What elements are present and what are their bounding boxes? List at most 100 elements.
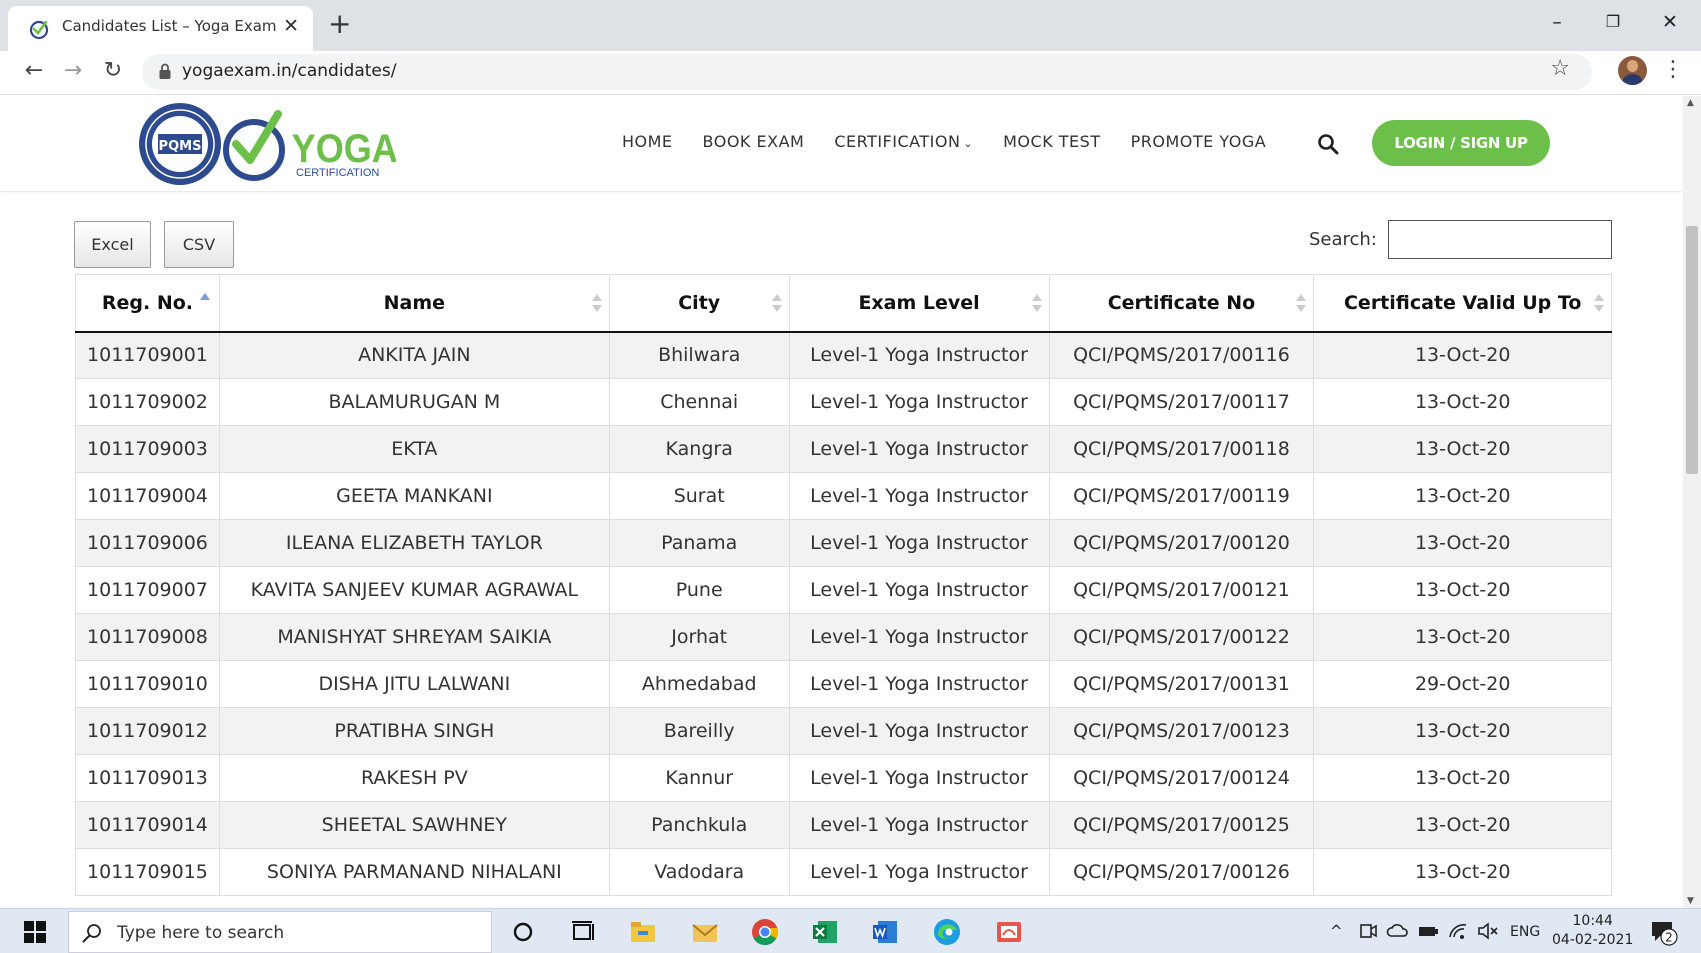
volume-muted-icon[interactable] (1476, 919, 1500, 943)
window-close-icon[interactable]: ✕ (1655, 8, 1685, 36)
nav-home[interactable]: HOME (622, 132, 673, 151)
file-explorer-icon[interactable] (628, 917, 658, 947)
word-icon[interactable] (870, 917, 900, 947)
col-city[interactable]: City (608, 274, 790, 333)
nav-promote-yoga[interactable]: PROMOTE YOGA (1131, 132, 1267, 151)
task-view-icon[interactable] (568, 917, 598, 947)
address-bar[interactable]: yogaexam.in/candidates/ ☆ (142, 54, 1592, 90)
table-row[interactable]: 1011709010 DISHA JITU LALWANI Ahmedabad Lev… (75, 660, 1612, 708)
notification-icon[interactable]: 2 (1648, 917, 1678, 947)
cell-reg-no: 1011709001 (75, 331, 220, 379)
table-row[interactable]: 1011709003 EKTA Kangra Level-1 Yoga Instruc… (75, 425, 1612, 473)
scrollbar-thumb[interactable] (1686, 226, 1698, 474)
acrobat-icon[interactable] (994, 917, 1024, 947)
cell-reg-no: 1011709003 (75, 425, 220, 473)
cell-exam-level: Level-1 Yoga Instructor (788, 425, 1050, 473)
cell-name: MANISHYAT SHREYAM SAIKIA (218, 613, 610, 661)
table-row[interactable]: 1011709007 KAVITA SANJEEV KUMAR AGRAWAL Pu… (75, 566, 1612, 614)
scroll-up-icon[interactable]: ▲ (1687, 98, 1694, 108)
tray-chevron-up-icon[interactable]: ^ (1330, 922, 1343, 940)
col-certificate-no[interactable]: Certificate No (1048, 274, 1315, 333)
table-row[interactable]: 1011709001 ANKITA JAIN Bhilwara Level-1 Yog… (75, 331, 1612, 379)
table-row[interactable]: 1011709002 BALAMURUGAN M Chennai Level-1 Yo… (75, 378, 1612, 426)
cell-name: EKTA (218, 425, 610, 473)
col-name[interactable]: Name (218, 274, 610, 333)
cell-name: SHEETAL SAWHNEY (218, 801, 610, 849)
nav-certification[interactable]: CERTIFICATION ⌄ (834, 132, 973, 151)
table-row[interactable]: 1011709008 MANISHYAT SHREYAM SAIKIA Jorhat… (75, 613, 1612, 661)
export-excel-button[interactable]: Excel (74, 221, 151, 268)
export-csv-button[interactable]: CSV (164, 221, 234, 268)
cell-name: DISHA JITU LALWANI (218, 660, 610, 708)
cell-valid-up-to: 13-Oct-20 (1313, 425, 1612, 473)
col-valid-up-to[interactable]: Certificate Valid Up To (1313, 274, 1612, 333)
profile-avatar[interactable] (1618, 56, 1647, 85)
windows-start-icon[interactable] (24, 921, 46, 943)
browser-tab[interactable]: Candidates List – Yoga Exam ✕ (8, 6, 313, 51)
cell-exam-level: Level-1 Yoga Instructor (788, 848, 1050, 896)
cortana-icon[interactable] (508, 917, 538, 947)
taskbar-search-placeholder: Type here to search (117, 923, 285, 943)
reload-icon[interactable]: ↻ (96, 54, 130, 88)
table-row[interactable]: 1011709013 RAKESH PV Kannur Level-1 Yoga In… (75, 754, 1612, 802)
taskbar-search-box[interactable]: Type here to search (68, 911, 492, 953)
wifi-icon[interactable] (1446, 919, 1470, 943)
cell-certificate-no: QCI/PQMS/2017/00118 (1048, 425, 1315, 473)
maximize-icon[interactable]: ❐ (1598, 8, 1628, 36)
cell-certificate-no: QCI/PQMS/2017/00116 (1048, 331, 1315, 379)
tab-close-icon[interactable]: ✕ (283, 15, 299, 37)
minimize-icon[interactable]: – (1542, 8, 1572, 36)
table-row[interactable]: 1011709015 SONIYA PARMANAND NIHALANI Vadod… (75, 848, 1612, 896)
cell-name: KAVITA SANJEEV KUMAR AGRAWAL (218, 566, 610, 614)
bookmark-star-icon[interactable]: ☆ (1550, 56, 1570, 81)
nav-mock-test[interactable]: MOCK TEST (1003, 132, 1100, 151)
edge-icon[interactable] (932, 917, 962, 947)
cell-exam-level: Level-1 Yoga Instructor (788, 331, 1050, 379)
col-reg-no[interactable]: Reg. No. (75, 274, 220, 333)
cell-certificate-no: QCI/PQMS/2017/00121 (1048, 566, 1315, 614)
cell-city: Panama (608, 519, 790, 567)
cell-exam-level: Level-1 Yoga Instructor (788, 660, 1050, 708)
table-row[interactable]: 1011709012 PRATIBHA SINGH Bareilly Level-1 … (75, 707, 1612, 755)
login-signup-button[interactable]: LOGIN / SIGN UP (1372, 120, 1550, 166)
windows-taskbar: Type here to search ^ ENG 10:44 04-02-20… (0, 908, 1701, 953)
cell-valid-up-to: 13-Oct-20 (1313, 801, 1612, 849)
col-name-label: Name (383, 291, 446, 314)
new-tab-button[interactable]: + (328, 6, 351, 42)
logo-word: YOGA (292, 127, 396, 171)
meet-now-icon[interactable] (1356, 919, 1380, 943)
avatar-head (1627, 60, 1638, 72)
table-row[interactable]: 1011709006 ILEANA ELIZABETH TAYLOR Panama L… (75, 519, 1612, 567)
clock-time: 10:44 (1572, 913, 1613, 929)
sort-icon (771, 294, 782, 314)
back-icon[interactable]: ← (17, 54, 51, 88)
sort-asc-icon (200, 293, 210, 313)
onedrive-icon[interactable] (1386, 919, 1410, 943)
mail-icon[interactable] (690, 917, 720, 947)
language-indicator[interactable]: ENG (1510, 924, 1540, 940)
page-scrollbar[interactable]: ▲ ▼ (1683, 96, 1701, 908)
cell-reg-no: 1011709004 (75, 472, 220, 520)
cell-certificate-no: QCI/PQMS/2017/00125 (1048, 801, 1315, 849)
table-search-input[interactable] (1388, 220, 1612, 259)
table-row[interactable]: 1011709004 GEETA MANKANI Surat Level-1 Yoga… (75, 472, 1612, 520)
search-icon[interactable] (1316, 132, 1340, 156)
scroll-down-icon[interactable]: ▼ (1687, 896, 1694, 906)
taskbar-clock[interactable]: 10:44 04-02-2021 (1552, 912, 1633, 950)
col-exam-level[interactable]: Exam Level (788, 274, 1050, 333)
table-row[interactable]: 1011709014 SHEETAL SAWHNEY Panchkula Level-… (75, 801, 1612, 849)
battery-icon[interactable] (1416, 919, 1440, 943)
cell-exam-level: Level-1 Yoga Instructor (788, 566, 1050, 614)
cell-name: PRATIBHA SINGH (218, 707, 610, 755)
forward-icon[interactable]: → (56, 54, 90, 88)
browser-menu-icon[interactable]: ⋮ (1662, 55, 1684, 85)
chrome-icon[interactable] (750, 917, 780, 947)
site-logo[interactable]: PQMS YOGA CERTIFICATION (136, 100, 396, 188)
nav-book-exam[interactable]: BOOK EXAM (703, 132, 805, 151)
cell-city: Panchkula (608, 801, 790, 849)
url-text[interactable]: yogaexam.in/candidates/ (182, 61, 396, 81)
cell-valid-up-to: 13-Oct-20 (1313, 707, 1612, 755)
cell-reg-no: 1011709010 (75, 660, 220, 708)
excel-icon[interactable] (810, 917, 840, 947)
logo-sub: CERTIFICATION (296, 167, 379, 179)
